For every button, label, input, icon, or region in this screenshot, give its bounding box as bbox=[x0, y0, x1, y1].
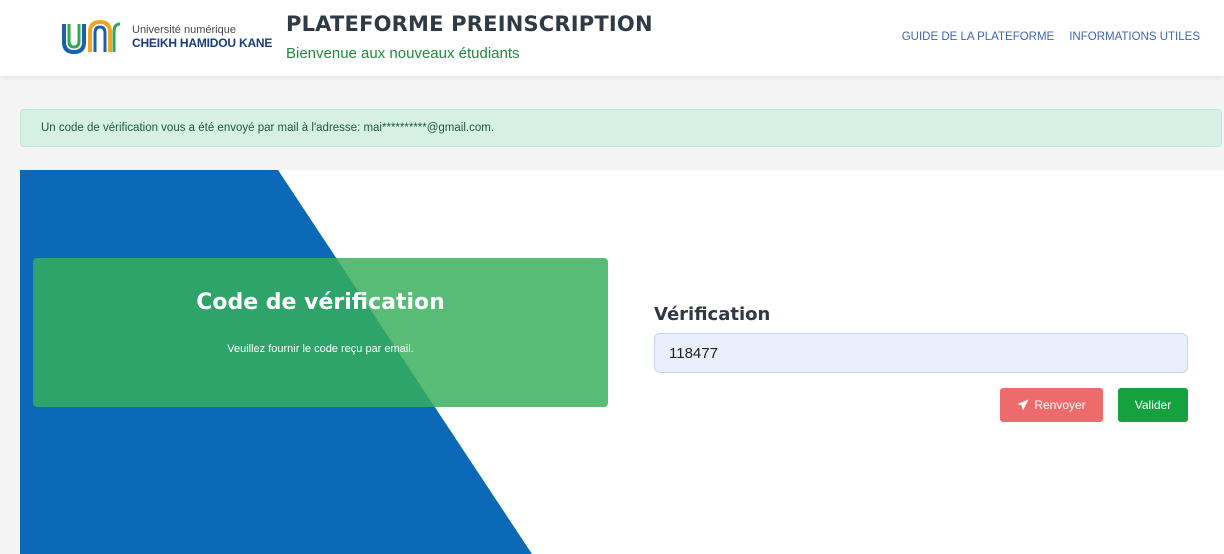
verification-code-input[interactable] bbox=[654, 333, 1188, 373]
verification-card: Code de vérification Veuillez fournir le… bbox=[20, 170, 1224, 554]
paper-plane-icon bbox=[1017, 399, 1029, 411]
validate-button[interactable]: Valider bbox=[1118, 388, 1188, 422]
panel-description: Veuillez fournir le code reçu par email. bbox=[227, 343, 414, 355]
top-nav: GUIDE DE LA PLATEFORME INFORMATIONS UTIL… bbox=[902, 31, 1200, 43]
code-info-panel: Code de vérification Veuillez fournir le… bbox=[33, 258, 608, 407]
nav-link-guide[interactable]: GUIDE DE LA PLATEFORME bbox=[902, 31, 1055, 43]
nav-link-informations[interactable]: INFORMATIONS UTILES bbox=[1069, 31, 1200, 43]
panel-title: Code de vérification bbox=[196, 290, 445, 315]
top-header: Université numérique CHEIKH HAMIDOU KANE… bbox=[0, 0, 1224, 76]
page-title: PLATEFORME PREINSCRIPTION bbox=[286, 12, 653, 36]
uncheck-logo-icon bbox=[62, 19, 121, 55]
logo-line-2: CHEIKH HAMIDOU KANE bbox=[132, 36, 273, 50]
logo-line-1: Université numérique bbox=[132, 24, 236, 36]
verification-sent-alert: Un code de vérification vous a été envoy… bbox=[20, 109, 1222, 147]
page-subtitle: Bienvenue aux nouveaux étudiants bbox=[286, 45, 520, 62]
university-logo[interactable]: Université numérique CHEIKH HAMIDOU KANE bbox=[60, 16, 272, 56]
resend-button-label: Renvoyer bbox=[1034, 398, 1086, 412]
verification-label: Vérification bbox=[654, 304, 771, 325]
resend-button[interactable]: Renvoyer bbox=[1000, 388, 1103, 422]
